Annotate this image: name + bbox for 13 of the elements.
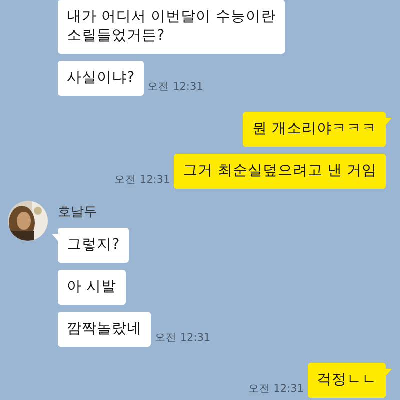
timestamp: 오전 12:31 — [148, 80, 204, 94]
timestamp: 오전 12:31 — [155, 331, 211, 345]
timestamp: 오전 12:31 — [114, 173, 170, 187]
message-bubble: 아 시발 — [58, 270, 126, 305]
message-bubble: 그렇지? — [58, 228, 129, 263]
message-bubble: 사실이냐? — [58, 61, 144, 96]
message-bubble: 그거 최순실덮으려고 낸 거임 — [174, 154, 386, 189]
message-bubble: 깜짝놀랐네 — [58, 312, 151, 347]
message-bubble: 내가 어디서 이번달이 수능이란 소릴들었거든? — [58, 0, 285, 54]
timestamp: 오전 12:31 — [248, 382, 304, 396]
sender-name: 호날두 — [58, 205, 97, 221]
message-bubble: 뭔 개소리야ㅋㅋㅋ — [243, 112, 386, 147]
message-bubble: 걱정ㄴㄴ — [308, 363, 386, 398]
